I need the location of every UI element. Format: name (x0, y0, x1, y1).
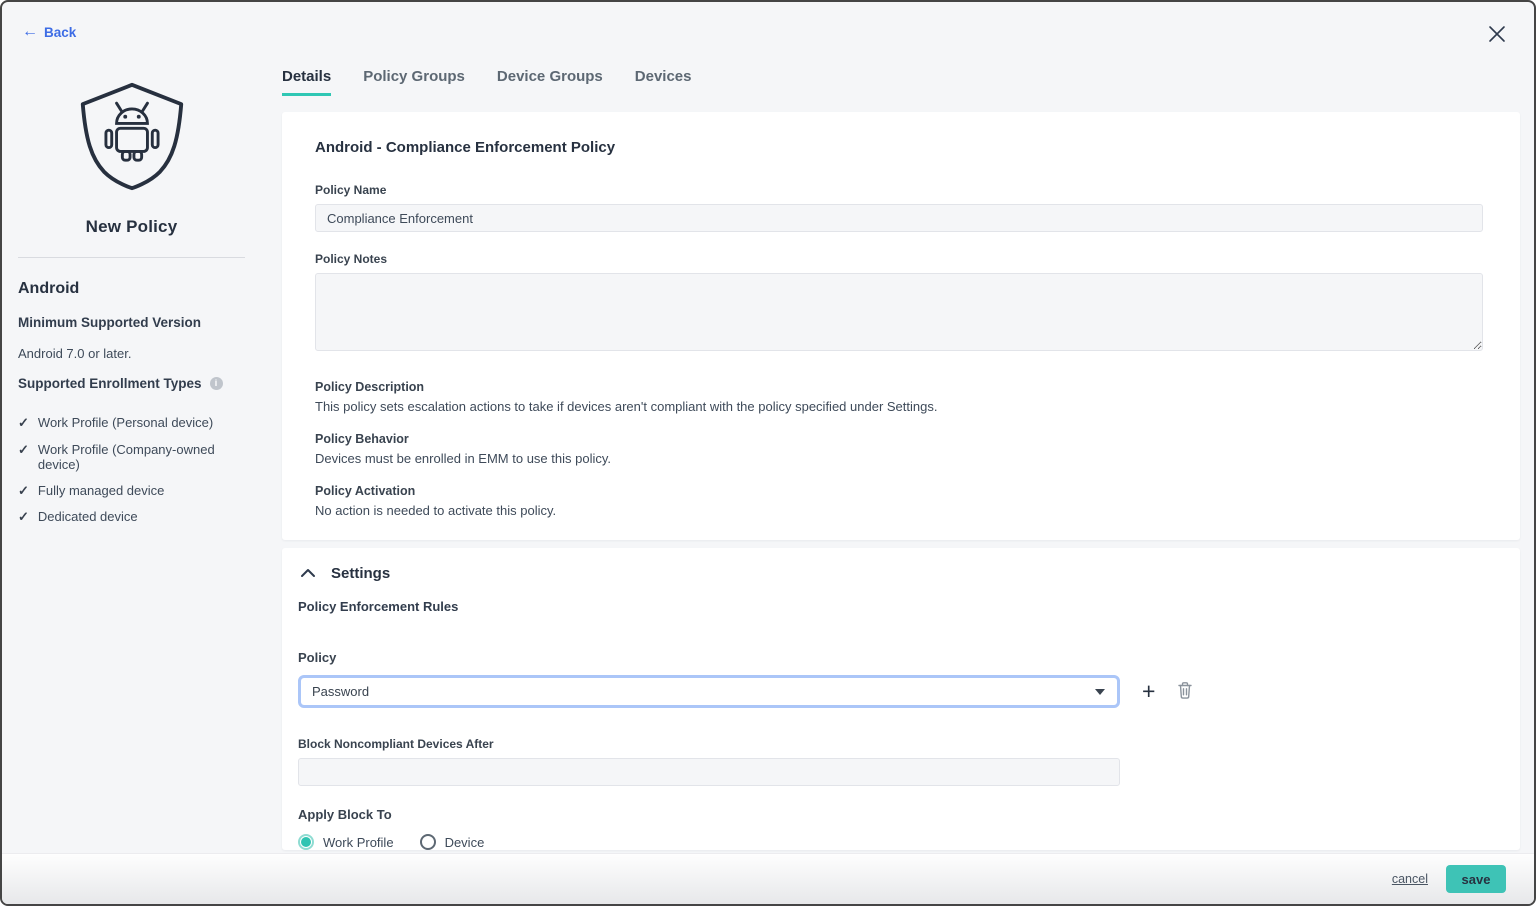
check-icon: ✓ (18, 442, 29, 458)
policy-description-label: Policy Description (315, 380, 1483, 394)
back-link[interactable]: ← Back (22, 24, 76, 40)
policy-notes-textarea[interactable] (315, 273, 1483, 351)
platform-heading: Android (18, 280, 245, 298)
policy-main-panel: Details Policy Groups Device Groups Devi… (282, 68, 1520, 850)
close-button[interactable] (1484, 22, 1510, 48)
apply-block-to-label: Apply Block To (298, 807, 1504, 822)
enrollment-types-label: Supported Enrollment Types (18, 376, 202, 391)
min-version-value: Android 7.0 or later. (18, 346, 245, 361)
policy-title: New Policy (18, 217, 245, 237)
details-card-title: Android - Compliance Enforcement Policy (315, 139, 1483, 156)
delete-rule-button[interactable] (1177, 681, 1193, 703)
save-button[interactable]: save (1446, 865, 1506, 893)
radio-unselected-icon (420, 834, 436, 850)
android-shield-icon (73, 179, 191, 196)
settings-collapse-button[interactable] (298, 564, 318, 583)
enrollment-type-item: ✓ Work Profile (Company-owned device) (18, 442, 245, 472)
tab-devices[interactable]: Devices (635, 68, 692, 96)
add-rule-button[interactable]: + (1142, 680, 1155, 703)
policy-activation-text: No action is needed to activate this pol… (315, 503, 1483, 518)
close-icon (1486, 33, 1508, 48)
policy-summary-sidebar: New Policy Android Minimum Supported Ver… (18, 80, 245, 536)
policy-name-label: Policy Name (315, 183, 1483, 197)
action-bar: cancel save (2, 853, 1534, 904)
tab-details[interactable]: Details (282, 68, 331, 96)
policy-behavior-label: Policy Behavior (315, 432, 1483, 446)
block-noncompliant-label: Block Noncompliant Devices After (298, 737, 1504, 751)
min-version-label: Minimum Supported Version (18, 315, 245, 330)
radio-device[interactable]: Device (420, 834, 485, 850)
enrollment-type-item: ✓ Work Profile (Personal device) (18, 415, 245, 431)
enrollment-type-label: Work Profile (Company-owned device) (38, 442, 245, 472)
policy-activation-label: Policy Activation (315, 484, 1483, 498)
policy-description-text: This policy sets escalation actions to t… (315, 399, 1483, 414)
enforcement-rules-label: Policy Enforcement Rules (298, 599, 1504, 614)
settings-card: Settings Policy Enforcement Rules Policy… (282, 548, 1520, 850)
check-icon: ✓ (18, 483, 29, 499)
policy-select-label: Policy (298, 650, 1504, 665)
back-arrow-icon: ← (22, 24, 38, 40)
cancel-link[interactable]: cancel (1392, 872, 1428, 886)
enrollment-type-item: ✓ Fully managed device (18, 483, 245, 499)
details-card: Android - Compliance Enforcement Policy … (282, 112, 1520, 540)
enrollment-type-label: Fully managed device (38, 483, 164, 498)
policy-editor-window: ← Back (0, 0, 1536, 906)
check-icon: ✓ (18, 415, 29, 431)
tab-device-groups[interactable]: Device Groups (497, 68, 603, 96)
settings-title: Settings (331, 565, 390, 582)
chevron-down-icon (1095, 689, 1105, 695)
check-icon: ✓ (18, 509, 29, 525)
block-noncompliant-input[interactable] (298, 758, 1120, 786)
back-label: Back (44, 25, 76, 40)
policy-name-input[interactable] (315, 204, 1483, 232)
radio-selected-icon (298, 834, 314, 850)
tab-policy-groups[interactable]: Policy Groups (363, 68, 465, 96)
policy-behavior-text: Devices must be enrolled in EMM to use t… (315, 451, 1483, 466)
policy-notes-label: Policy Notes (315, 252, 1483, 266)
enrollment-type-label: Dedicated device (38, 509, 138, 524)
enrollment-type-label: Work Profile (Personal device) (38, 415, 213, 430)
policy-tabs: Details Policy Groups Device Groups Devi… (282, 68, 1520, 96)
trash-icon (1177, 681, 1193, 703)
policy-select-value: Password (312, 684, 369, 699)
radio-label: Device (445, 835, 485, 850)
enrollment-type-item: ✓ Dedicated device (18, 509, 245, 525)
apply-block-radio-group: Work Profile Device (298, 834, 1504, 850)
sidebar-divider (18, 257, 245, 258)
radio-label: Work Profile (323, 835, 394, 850)
policy-select[interactable]: Password (298, 675, 1120, 708)
chevron-up-icon (300, 566, 316, 581)
radio-work-profile[interactable]: Work Profile (298, 834, 394, 850)
info-icon[interactable]: i (210, 377, 223, 390)
